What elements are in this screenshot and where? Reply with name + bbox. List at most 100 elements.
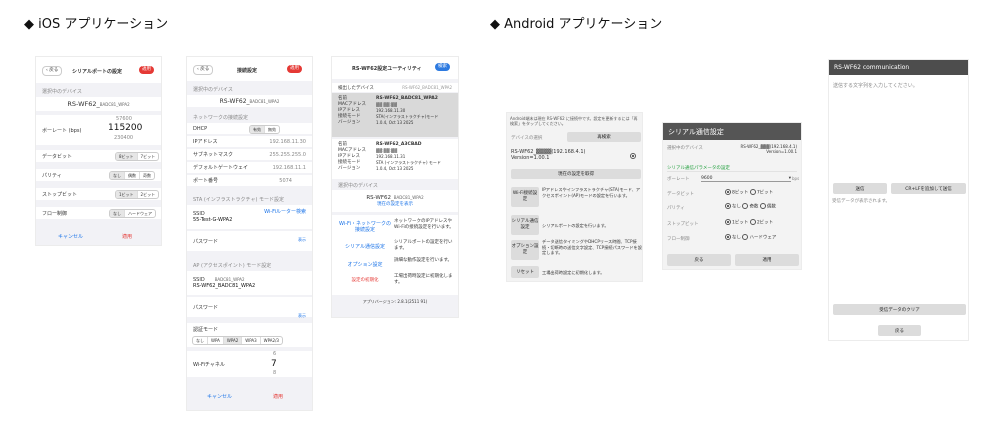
screen-title: シリアル通信設定 — [663, 123, 801, 140]
radio-icon[interactable] — [749, 219, 756, 225]
android-main-screen: Android端末は現在 RS-WF62 に接続中です。設定を更新するには「再検… — [506, 112, 643, 282]
section-label: 選択中のデバイス — [42, 88, 82, 95]
mask-input[interactable]: 255.255.255.0 — [269, 152, 306, 158]
device-list-item[interactable]: 名前 MACアドレス IPアドレス 接続モード バージョン RS-WF62_A3… — [332, 139, 458, 179]
baud-dropdown[interactable]: 9600 ▾ — [701, 176, 791, 182]
baud-prev: 57600 — [116, 116, 132, 122]
screen-title: シリアルポートの設定 — [72, 69, 122, 75]
stopbit-radio-group[interactable]: 1ビット 2ビット — [725, 219, 773, 226]
menu-description: データ送信タイミングやDHCPリース時間、TCP接続・切断時の送信文字設定、TC… — [542, 239, 642, 255]
cancel-button[interactable]: キャンセル — [207, 393, 232, 400]
radio-icon[interactable] — [725, 203, 731, 209]
auth-segment[interactable]: なし WPA WPA2 WPA3 WPA2/3 — [192, 336, 283, 345]
ios-serial-settings-screen: ‹ 戻る シリアルポートの設定 適用 選択中のデバイス RS-WF62_ BADC… — [35, 56, 162, 246]
screen-title: 接続設定 — [237, 68, 258, 74]
detected-header: 検出したデバイス RS-WF62_BADC81_WPA2 — [332, 83, 458, 92]
baud-label: ボーレート — [667, 177, 690, 182]
ios-section-header: ◆ iOS アプリケーション — [24, 17, 169, 32]
databit-segment[interactable]: 8ビット 7ビット — [115, 152, 160, 161]
selected-device: RS-WF62_ BADC81_WPA2 — [36, 97, 161, 111]
stopbit-segment[interactable]: 1ビット 2ビット — [115, 190, 160, 199]
wifi-network-settings-button[interactable]: Wi-Fi・ネットワークの接続設定 — [338, 221, 392, 233]
flow-segment[interactable]: なし ハードウェア — [109, 209, 156, 218]
clear-received-button[interactable]: 受信データのクリア — [833, 304, 966, 315]
radio-icon[interactable] — [742, 203, 749, 209]
selected-device: RS-WF62_▓▓▓(192.168.4.1) Version=1.00.1 — [740, 144, 797, 154]
channel-label: Wi-Fiチャネル — [193, 361, 225, 368]
selected-device: RS-WF62_ BADC81_WPA2 — [187, 95, 312, 107]
option-settings-button[interactable]: オプション設定 — [338, 261, 392, 268]
dhcp-label: DHCP — [193, 125, 208, 132]
cancel-button[interactable]: キャンセル — [58, 233, 83, 240]
port-input[interactable]: 5074 — [279, 178, 292, 184]
get-current-settings-button[interactable]: 現在の設定を取得 — [511, 169, 641, 179]
received-data-area: 受信データが表示されます。 — [832, 199, 891, 204]
send-text-input[interactable]: 送信する文字列を入力してください。 — [833, 82, 918, 89]
databit-radio-group[interactable]: 8ビット 7ビット — [725, 189, 773, 196]
device-item[interactable]: RS-WF62_▓▓▓▓(192.168.4.1) Version=1.00.1 — [511, 149, 585, 161]
reset-button[interactable]: リセット — [511, 266, 539, 278]
dhcp-segment[interactable]: 有効 無効 — [249, 125, 280, 134]
menu-description: IPアドレスやインフラストラクチャ(STA)モード、アクセスポイント(AP)モー… — [542, 187, 641, 198]
ios-connection-settings-screen: ‹ 戻る 接続設定 適用 選択中のデバイス RS-WF62_ BADC81_WPA… — [186, 56, 313, 411]
flow-radio-group[interactable]: なし ハードウェア — [725, 234, 776, 241]
serial-settings-button[interactable]: シリアル通信設定 — [511, 215, 539, 235]
back-button[interactable]: 戻る — [878, 325, 921, 336]
baud-picker[interactable]: 115200 — [108, 123, 142, 133]
send-button[interactable]: 送信 — [833, 183, 887, 194]
apply-button[interactable]: 適用 — [735, 254, 799, 266]
apply-button[interactable]: 適用 — [287, 65, 302, 73]
factory-reset-button[interactable]: 設定の初期化 — [338, 277, 392, 283]
page: ◆ iOS アプリケーション ◆ Android アプリケーション ‹ 戻る シ… — [0, 0, 1000, 421]
device-radio[interactable] — [630, 153, 636, 159]
channel-picker[interactable]: 7 — [271, 359, 277, 369]
radio-icon[interactable] — [749, 189, 756, 195]
device-list-item-selected[interactable]: 名前 MACアドレス IPアドレス 接続モード バージョン RS-WF62_BA… — [332, 93, 458, 137]
radio-icon[interactable] — [759, 203, 766, 209]
show-ap-password-button[interactable]: 表示 — [298, 313, 306, 319]
android-serial-settings-screen: シリアル通信設定 選択中のデバイス RS-WF62_▓▓▓(192.168.4.… — [662, 122, 802, 270]
radio-icon[interactable] — [725, 189, 731, 195]
apply-bottom-button[interactable]: 適用 — [273, 393, 283, 400]
show-password-button[interactable]: 表示 — [298, 237, 306, 243]
ip-input[interactable]: 192.168.11.30 — [269, 139, 306, 145]
gateway-input[interactable]: 192.168.11.1 — [273, 165, 306, 171]
password-label: パスワード — [193, 238, 219, 245]
send-crlf-button[interactable]: CR+LFを追加して送信 — [891, 183, 966, 194]
search-button[interactable]: 検索 — [435, 63, 450, 71]
apply-bottom-button[interactable]: 適用 — [122, 233, 132, 240]
parity-radio-group[interactable]: なし 奇数 偶数 — [725, 203, 776, 210]
rescan-button[interactable]: 再検索 — [567, 132, 641, 142]
apply-button[interactable]: 適用 — [139, 66, 154, 74]
ssid-input[interactable]: 55-Test-G-WPA2 — [193, 217, 232, 223]
channel-prev: 6 — [273, 351, 277, 357]
back-button[interactable]: ‹ 戻る — [42, 66, 63, 76]
back-button[interactable]: ‹ 戻る — [193, 65, 214, 75]
section-label: 選択中のデバイス — [193, 86, 233, 93]
option-settings-button[interactable]: オプション設定 — [511, 240, 539, 260]
gateway-label: デフォルトゲートウェイ — [193, 165, 249, 171]
wifi-router-search-link[interactable]: Wi-Fiルーター検索 — [264, 208, 306, 215]
flow-label: フロー制御 — [667, 237, 690, 242]
serial-settings-button[interactable]: シリアル通信設定 — [338, 243, 392, 250]
radio-icon[interactable] — [725, 219, 731, 225]
show-current-settings-link[interactable]: 現在の設定を表示 — [377, 201, 413, 207]
baud-label: ボーレート (bps) — [42, 127, 82, 134]
radio-icon[interactable] — [742, 234, 749, 240]
radio-icon[interactable] — [725, 234, 731, 240]
back-button[interactable]: 戻る — [667, 254, 731, 266]
port-label: ポート番号 — [193, 178, 219, 184]
menu-description: ネットワークのIPアドレスやWi-Fiの接続設定を行います。 — [394, 219, 454, 230]
wifi-settings-button[interactable]: Wi-Fi接続設定 — [511, 187, 539, 207]
databit-label: データビット — [667, 192, 694, 197]
parity-segment[interactable]: なし 偶数 奇数 — [109, 171, 155, 180]
dropdown-arrow-icon: ▾ — [788, 176, 791, 181]
baud-unit: bps — [792, 176, 800, 181]
section-label: ネットワークの接続設定 — [193, 114, 249, 121]
connection-note: Android端末は現在 RS-WF62 に接続中です。設定を更新するには「再検… — [510, 116, 638, 126]
ap-ssid-input[interactable]: RS-WF62_BADC81_WPA2 — [193, 283, 255, 289]
stopbit-label: ストップビット — [667, 222, 699, 227]
channel-next: 8 — [273, 370, 277, 376]
menu-description: 工場出荷時設定に初期化します。 — [394, 274, 453, 285]
ap-password-label: パスワード — [193, 304, 219, 311]
